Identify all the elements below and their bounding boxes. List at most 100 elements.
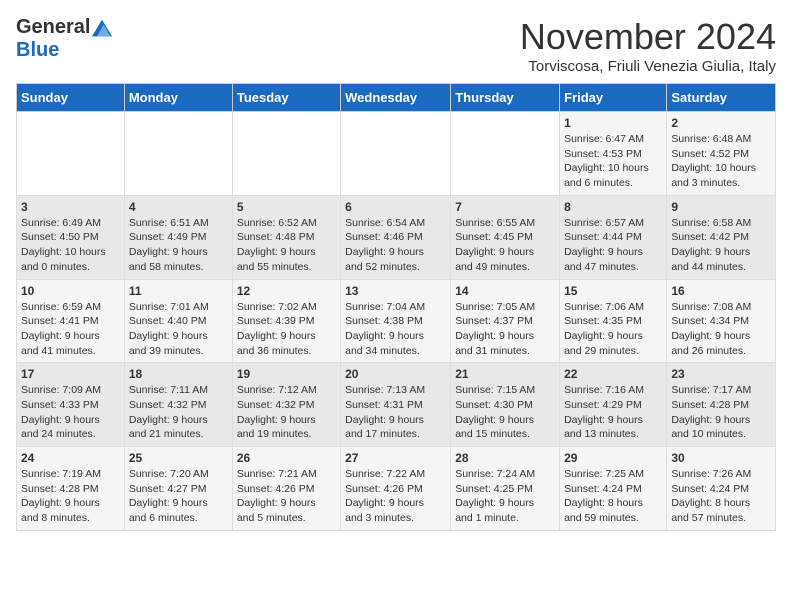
day-info: Sunrise: 6:57 AM Sunset: 4:44 PM Dayligh…: [564, 216, 662, 275]
logo-icon: [92, 18, 112, 38]
day-number: 27: [345, 451, 446, 465]
header-thursday: Thursday: [451, 84, 560, 112]
week-row-4: 17Sunrise: 7:09 AM Sunset: 4:33 PM Dayli…: [17, 363, 776, 447]
logo-general: General: [16, 16, 90, 39]
day-cell: [341, 112, 451, 196]
day-info: Sunrise: 7:20 AM Sunset: 4:27 PM Dayligh…: [129, 467, 228, 526]
day-number: 28: [455, 451, 555, 465]
day-info: Sunrise: 7:09 AM Sunset: 4:33 PM Dayligh…: [21, 383, 120, 442]
day-number: 4: [129, 200, 228, 214]
day-info: Sunrise: 6:55 AM Sunset: 4:45 PM Dayligh…: [455, 216, 555, 275]
day-number: 7: [455, 200, 555, 214]
header-monday: Monday: [124, 84, 232, 112]
header-sunday: Sunday: [17, 84, 125, 112]
day-info: Sunrise: 7:15 AM Sunset: 4:30 PM Dayligh…: [455, 383, 555, 442]
day-cell: 8 Sunrise: 6:57 AM Sunset: 4:44 PM Daylig…: [560, 195, 667, 279]
day-cell: 24Sunrise: 7:19 AM Sunset: 4:28 PM Dayli…: [17, 447, 125, 531]
day-number: 30: [671, 451, 771, 465]
day-info: Sunrise: 6:48 AM Sunset: 4:52 PM Dayligh…: [671, 132, 771, 191]
day-cell: 18 Sunrise: 7:11 AM Sunset: 4:32 PM Dayli…: [124, 363, 232, 447]
day-number: 1: [564, 116, 662, 130]
day-cell: 6 Sunrise: 6:54 AM Sunset: 4:46 PM Daylig…: [341, 195, 451, 279]
day-cell: 3 Sunrise: 6:49 AM Sunset: 4:50 PM Daylig…: [17, 195, 125, 279]
day-cell: 27 Sunrise: 7:22 AM Sunset: 4:26 PM Dayli…: [341, 447, 451, 531]
day-cell: 28 Sunrise: 7:24 AM Sunset: 4:25 PM Dayli…: [451, 447, 560, 531]
logo-blue: Blue: [16, 39, 59, 62]
day-info: Sunrise: 7:08 AM Sunset: 4:34 PM Dayligh…: [671, 300, 771, 359]
day-info: Sunrise: 7:11 AM Sunset: 4:32 PM Dayligh…: [129, 383, 228, 442]
header-wednesday: Wednesday: [341, 84, 451, 112]
day-cell: 20 Sunrise: 7:13 AM Sunset: 4:31 PM Dayli…: [341, 363, 451, 447]
day-number: 8: [564, 200, 662, 214]
day-info: Sunrise: 7:12 AM Sunset: 4:32 PM Dayligh…: [237, 383, 336, 442]
header-tuesday: Tuesday: [232, 84, 340, 112]
day-number: 26: [237, 451, 336, 465]
day-number: 22: [564, 367, 662, 381]
day-number: 6: [345, 200, 446, 214]
day-number: 18: [129, 367, 228, 381]
day-number: 21: [455, 367, 555, 381]
day-cell: 21 Sunrise: 7:15 AM Sunset: 4:30 PM Dayli…: [451, 363, 560, 447]
day-info: Sunrise: 7:04 AM Sunset: 4:38 PM Dayligh…: [345, 300, 446, 359]
day-cell: 30Sunrise: 7:26 AM Sunset: 4:24 PM Dayli…: [667, 447, 776, 531]
week-row-5: 24Sunrise: 7:19 AM Sunset: 4:28 PM Dayli…: [17, 447, 776, 531]
day-cell: 15 Sunrise: 7:06 AM Sunset: 4:35 PM Dayli…: [560, 279, 667, 363]
day-info: Sunrise: 7:16 AM Sunset: 4:29 PM Dayligh…: [564, 383, 662, 442]
day-cell: 10 Sunrise: 6:59 AM Sunset: 4:41 PM Dayli…: [17, 279, 125, 363]
day-cell: 11Sunrise: 7:01 AM Sunset: 4:40 PM Dayli…: [124, 279, 232, 363]
week-row-1: 1 Sunrise: 6:47 AM Sunset: 4:53 PM Daylig…: [17, 112, 776, 196]
day-cell: 12Sunrise: 7:02 AM Sunset: 4:39 PM Dayli…: [232, 279, 340, 363]
day-number: 16: [671, 284, 771, 298]
day-cell: 29Sunrise: 7:25 AM Sunset: 4:24 PM Dayli…: [560, 447, 667, 531]
day-cell: 17Sunrise: 7:09 AM Sunset: 4:33 PM Dayli…: [17, 363, 125, 447]
day-info: Sunrise: 6:59 AM Sunset: 4:41 PM Dayligh…: [21, 300, 120, 359]
day-number: 5: [237, 200, 336, 214]
day-cell: [124, 112, 232, 196]
day-cell: [17, 112, 125, 196]
day-info: Sunrise: 7:21 AM Sunset: 4:26 PM Dayligh…: [237, 467, 336, 526]
day-cell: 9Sunrise: 6:58 AM Sunset: 4:42 PM Daylig…: [667, 195, 776, 279]
day-info: Sunrise: 7:22 AM Sunset: 4:26 PM Dayligh…: [345, 467, 446, 526]
day-info: Sunrise: 7:13 AM Sunset: 4:31 PM Dayligh…: [345, 383, 446, 442]
day-cell: 7 Sunrise: 6:55 AM Sunset: 4:45 PM Daylig…: [451, 195, 560, 279]
day-number: 10: [21, 284, 120, 298]
calendar-table: SundayMondayTuesdayWednesdayThursdayFrid…: [16, 83, 776, 531]
day-cell: 2Sunrise: 6:48 AM Sunset: 4:52 PM Daylig…: [667, 112, 776, 196]
day-info: Sunrise: 7:25 AM Sunset: 4:24 PM Dayligh…: [564, 467, 662, 526]
day-number: 9: [671, 200, 771, 214]
week-row-2: 3 Sunrise: 6:49 AM Sunset: 4:50 PM Daylig…: [17, 195, 776, 279]
day-cell: 22 Sunrise: 7:16 AM Sunset: 4:29 PM Dayli…: [560, 363, 667, 447]
logo: General Blue: [16, 16, 112, 62]
day-number: 15: [564, 284, 662, 298]
day-number: 19: [237, 367, 336, 381]
day-cell: 4 Sunrise: 6:51 AM Sunset: 4:49 PM Daylig…: [124, 195, 232, 279]
day-cell: [451, 112, 560, 196]
day-info: Sunrise: 7:05 AM Sunset: 4:37 PM Dayligh…: [455, 300, 555, 359]
day-cell: 19 Sunrise: 7:12 AM Sunset: 4:32 PM Dayli…: [232, 363, 340, 447]
day-info: Sunrise: 6:51 AM Sunset: 4:49 PM Dayligh…: [129, 216, 228, 275]
month-title: November 2024: [520, 16, 776, 58]
day-cell: 5 Sunrise: 6:52 AM Sunset: 4:48 PM Daylig…: [232, 195, 340, 279]
page-header: General Blue November 2024 Torviscosa, F…: [16, 16, 776, 75]
header-saturday: Saturday: [667, 84, 776, 112]
day-cell: 16 Sunrise: 7:08 AM Sunset: 4:34 PM Dayli…: [667, 279, 776, 363]
day-number: 13: [345, 284, 446, 298]
day-number: 3: [21, 200, 120, 214]
day-cell: [232, 112, 340, 196]
day-info: Sunrise: 7:01 AM Sunset: 4:40 PM Dayligh…: [129, 300, 228, 359]
day-number: 25: [129, 451, 228, 465]
day-number: 20: [345, 367, 446, 381]
header-row: SundayMondayTuesdayWednesdayThursdayFrid…: [17, 84, 776, 112]
day-info: Sunrise: 6:54 AM Sunset: 4:46 PM Dayligh…: [345, 216, 446, 275]
title-section: November 2024 Torviscosa, Friuli Venezia…: [520, 16, 776, 75]
day-info: Sunrise: 7:24 AM Sunset: 4:25 PM Dayligh…: [455, 467, 555, 526]
header-friday: Friday: [560, 84, 667, 112]
day-info: Sunrise: 7:19 AM Sunset: 4:28 PM Dayligh…: [21, 467, 120, 526]
day-number: 23: [671, 367, 771, 381]
day-cell: 25 Sunrise: 7:20 AM Sunset: 4:27 PM Dayli…: [124, 447, 232, 531]
day-cell: 23Sunrise: 7:17 AM Sunset: 4:28 PM Dayli…: [667, 363, 776, 447]
day-info: Sunrise: 6:49 AM Sunset: 4:50 PM Dayligh…: [21, 216, 120, 275]
day-info: Sunrise: 6:47 AM Sunset: 4:53 PM Dayligh…: [564, 132, 662, 191]
day-info: Sunrise: 7:06 AM Sunset: 4:35 PM Dayligh…: [564, 300, 662, 359]
day-info: Sunrise: 6:52 AM Sunset: 4:48 PM Dayligh…: [237, 216, 336, 275]
